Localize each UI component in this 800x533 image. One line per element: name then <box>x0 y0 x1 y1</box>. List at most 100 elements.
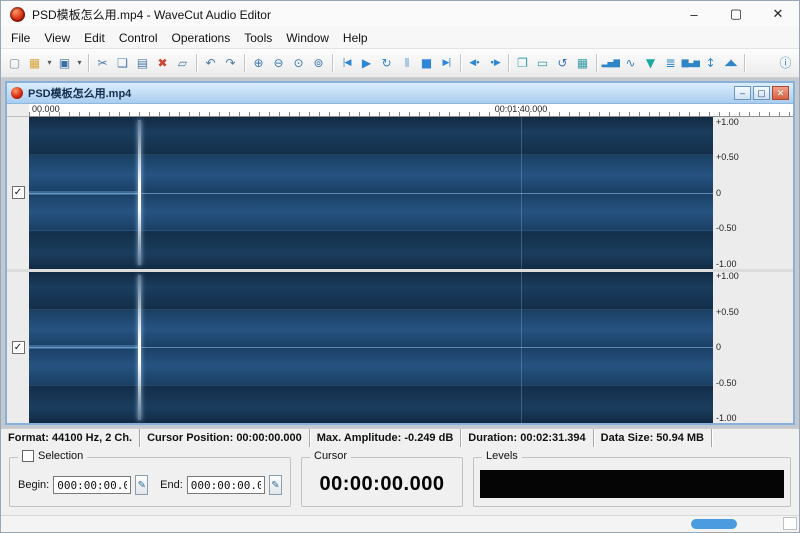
begin-input[interactable] <box>53 476 131 494</box>
control-panel: Selection Begin: ✎ End: ✎ Cursor 00:00:0… <box>1 447 799 515</box>
trim-button[interactable]: ▱ <box>173 52 192 74</box>
menu-operations[interactable]: Operations <box>165 29 238 47</box>
about-button[interactable]: ⓘ <box>776 52 795 74</box>
timeline-ruler[interactable]: 00.000 00:01:40.000 <box>29 104 793 117</box>
window-title: PSD模板怎么用.mp4 - WaveCut Audio Editor <box>32 6 271 23</box>
toolbar-separator <box>244 54 245 72</box>
amplitude-scale-left: +1.00+0.500-0.50-1.00 <box>713 117 747 269</box>
scrollbar-thumb[interactable] <box>691 519 737 529</box>
zoom-out-button[interactable]: ⊖ <box>269 52 288 74</box>
status-segment: Format: 44100 Hz, 2 Ch. <box>1 429 139 447</box>
channel-right-checkbox[interactable]: ✓ <box>12 341 25 354</box>
document-maximize-button[interactable]: ▢ <box>753 86 770 100</box>
amplitude-label: +1.00 <box>716 271 739 281</box>
begin-picker-button[interactable]: ✎ <box>135 475 148 495</box>
document-title-bar[interactable]: PSD模板怎么用.mp4 – ▢ ✕ <box>7 83 793 104</box>
zoom-in-button[interactable]: ⊕ <box>249 52 268 74</box>
filter-button[interactable]: ▼ <box>641 52 660 74</box>
amplitude-label: -0.50 <box>716 378 737 388</box>
channel-left-checkbox-column: ✓ <box>7 117 29 269</box>
equalizer-button[interactable]: ▆▃▅ <box>681 52 700 74</box>
delete-button[interactable]: ✖ <box>153 52 172 74</box>
right-padding <box>747 272 793 424</box>
document-logo-icon <box>11 87 23 99</box>
time-gridline <box>521 117 522 269</box>
stop-button[interactable]: ■ <box>417 52 436 74</box>
end-input[interactable] <box>187 476 265 494</box>
menu-tools[interactable]: Tools <box>237 29 279 47</box>
waveform-left[interactable] <box>29 117 713 269</box>
mixer-button[interactable]: ≣ <box>661 52 680 74</box>
status-segment: Cursor Position: 00:00:00.000 <box>139 429 309 447</box>
ruler-label: 00.000 <box>32 105 60 114</box>
mdi-area: PSD模板怎么用.mp4 – ▢ ✕ 00.000 00:01:40.000 ✓ <box>1 78 799 428</box>
zoom-all-button[interactable]: ⊚ <box>309 52 328 74</box>
status-segment: Data Size: 50.94 MB <box>593 429 711 447</box>
ruler-label: 00:01:40.000 <box>495 105 548 114</box>
minimize-button[interactable]: – <box>673 1 715 27</box>
pause-button[interactable]: || <box>397 52 416 74</box>
amplitude-scale-right: +1.00+0.500-0.50-1.00 <box>713 272 747 424</box>
insert-silence-button[interactable]: ▭ <box>533 52 552 74</box>
waveform-noise <box>29 191 140 195</box>
menu-window[interactable]: Window <box>279 29 336 47</box>
zoom-selection-button[interactable]: ⊙ <box>289 52 308 74</box>
amplify-button[interactable]: ↕ <box>701 52 720 74</box>
undo-button[interactable]: ↶ <box>201 52 220 74</box>
selection-checkbox[interactable] <box>22 450 34 462</box>
history-button[interactable]: ↺ <box>553 52 572 74</box>
channel-left: ✓ +1.00+0.500-0.50-1.00 <box>7 117 793 269</box>
menu-help[interactable]: Help <box>336 29 375 47</box>
amplitude-label: +0.50 <box>716 307 739 317</box>
document-body: 00.00000:01:40.000 ✓ +1.00+0.500 <box>7 104 793 423</box>
crossfade-button[interactable]: ◢◣ <box>721 52 740 74</box>
toolbar-separator <box>460 54 461 72</box>
spectrum-button[interactable]: ∿ <box>621 52 640 74</box>
toolbar-separator <box>88 54 89 72</box>
document-minimize-button[interactable]: – <box>734 86 751 100</box>
toolbar: ▢▦▾▣▾✂❏▤✖▱↶↷⊕⊖⊙⊚|◀▶↻||■▶|◀∙∙▶❐▭↺▦▂▄▆∿▼≣▆… <box>1 48 799 78</box>
open-file-button[interactable]: ▦ <box>25 52 44 74</box>
redo-button[interactable]: ↷ <box>221 52 240 74</box>
loop-play-button[interactable]: ↻ <box>377 52 396 74</box>
menu-view[interactable]: View <box>37 29 77 47</box>
toolbar-separator <box>744 54 745 72</box>
channel-left-checkbox[interactable]: ✓ <box>12 186 25 199</box>
selection-group-label: Selection <box>18 450 87 462</box>
menu-control[interactable]: Control <box>112 29 165 47</box>
menu-file[interactable]: File <box>4 29 37 47</box>
selection-label: Selection <box>38 450 83 462</box>
save-dropdown-button[interactable]: ▾ <box>75 52 84 74</box>
go-to-start-button[interactable]: |◀ <box>337 52 356 74</box>
play-button[interactable]: ▶ <box>357 52 376 74</box>
toolbar-separator <box>596 54 597 72</box>
copy-button[interactable]: ❏ <box>113 52 132 74</box>
copy-to-new-button[interactable]: ❐ <box>513 52 532 74</box>
snap-grid-button[interactable]: ▦ <box>573 52 592 74</box>
save-file-button[interactable]: ▣ <box>55 52 74 74</box>
document-close-button[interactable]: ✕ <box>772 86 789 100</box>
open-dropdown-button[interactable]: ▾ <box>45 52 54 74</box>
go-to-end-button[interactable]: ▶| <box>437 52 456 74</box>
end-picker-button[interactable]: ✎ <box>269 475 282 495</box>
window-controls: – ▢ ✕ <box>673 1 799 27</box>
maximize-button[interactable]: ▢ <box>715 1 757 27</box>
new-file-button[interactable]: ▢ <box>5 52 24 74</box>
menu-edit[interactable]: Edit <box>77 29 112 47</box>
ruler-row: 00.000 00:01:40.000 <box>7 104 793 117</box>
play-after-cursor-button[interactable]: ∙▶ <box>485 52 504 74</box>
statistics-button[interactable]: ▂▄▆ <box>601 52 620 74</box>
paste-button[interactable]: ▤ <box>133 52 152 74</box>
selection-group: Selection Begin: ✎ End: ✎ <box>9 457 291 507</box>
waveform-right[interactable] <box>29 272 713 424</box>
play-before-cursor-button[interactable]: ◀∙ <box>465 52 484 74</box>
horizontal-scrollbar[interactable] <box>1 515 799 532</box>
amplitude-label: +1.00 <box>716 117 739 127</box>
close-button[interactable]: ✕ <box>757 1 799 27</box>
status-segment: Duration: 00:02:31.394 <box>460 429 592 447</box>
end-label: End: <box>160 479 183 491</box>
document-window-controls: – ▢ ✕ <box>734 86 789 100</box>
cut-button[interactable]: ✂ <box>93 52 112 74</box>
right-padding <box>747 117 793 269</box>
menu-bar: FileViewEditControlOperationsToolsWindow… <box>1 27 799 48</box>
